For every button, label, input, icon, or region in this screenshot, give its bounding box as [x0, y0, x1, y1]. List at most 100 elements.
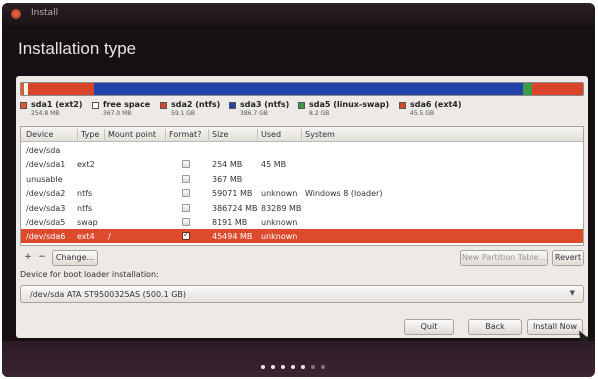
revert-button[interactable]: Revert	[552, 250, 584, 266]
table-row[interactable]: unusable 367 MB	[21, 172, 583, 186]
format-checkbox[interactable]	[182, 160, 190, 169]
legend-name: free space	[103, 100, 151, 109]
column-divider	[165, 129, 166, 140]
legend-size: 8.2 GB	[309, 110, 330, 117]
legend-name: sda2 (ntfs)	[171, 100, 221, 109]
column-divider	[77, 129, 78, 140]
col-system[interactable]: System	[305, 130, 335, 139]
legend-swatch	[399, 102, 406, 109]
chevron-down-icon: ▼	[569, 289, 575, 297]
cell-type: swap	[77, 218, 98, 227]
window-title: Install	[31, 8, 59, 18]
table-row[interactable]: /dev/sda5 swap 8191 MB unknown	[21, 215, 583, 229]
progress-dot	[291, 365, 295, 369]
cell-size: 45494 MB	[212, 232, 253, 242]
col-device[interactable]: Device	[26, 130, 53, 139]
format-checkbox[interactable]	[182, 203, 190, 212]
cell-device: /dev/sda3	[26, 203, 66, 213]
remove-partition-button[interactable]: −	[36, 250, 48, 264]
footer-strip	[2, 341, 595, 377]
partition-panel: sda1 (ext2) 254.8 MB free space 367.0 MB sda…	[16, 76, 588, 338]
table-row[interactable]: /dev/sda6 ext4 / 45494 MB unknown	[21, 229, 583, 244]
format-checkbox[interactable]	[182, 174, 190, 183]
column-divider	[208, 129, 209, 140]
column-divider	[301, 129, 302, 140]
legend-name: sda6 (ext4)	[410, 100, 462, 109]
cell-used: unknown	[261, 232, 298, 242]
legend-size: 367.0 MB	[103, 110, 132, 117]
progress-dot	[321, 365, 325, 369]
col-size[interactable]: Size	[212, 130, 228, 139]
cell-type: ntfs	[77, 203, 93, 213]
progress-dot	[271, 365, 275, 369]
cell-used: 45 MB	[261, 160, 287, 170]
format-checkbox[interactable]	[182, 218, 190, 226]
cell-system: Windows 8 (loader)	[305, 189, 383, 199]
cell-size: 8191 MB	[212, 218, 248, 227]
col-format[interactable]: Format?	[169, 130, 201, 139]
col-used[interactable]: Used	[261, 130, 281, 139]
cell-mount: /	[108, 232, 111, 242]
change-partition-button[interactable]: Change...	[52, 250, 98, 266]
legend-name: sda3 (ntfs)	[240, 100, 290, 109]
partition-table: Device Type Mount point Format? Size Use…	[20, 126, 584, 246]
progress-dot	[281, 365, 285, 369]
table-header: Device Type Mount point Format? Size Use…	[21, 127, 583, 142]
table-row[interactable]: /dev/sda3 ntfs 386724 MB 83289 MB	[21, 201, 583, 215]
progress-dot	[261, 365, 265, 369]
cell-size: 367 MB	[212, 174, 243, 184]
cell-size: 59071 MB	[212, 189, 253, 199]
cell-type: ext2	[77, 160, 95, 170]
progress-dot	[301, 365, 305, 369]
title-bar: Install	[2, 3, 595, 25]
cell-size: 254 MB	[212, 160, 243, 170]
back-button[interactable]: Back	[468, 319, 522, 335]
cell-device: /dev/sda1	[26, 160, 66, 170]
legend-swatch	[229, 102, 236, 109]
cell-device: unusable	[26, 174, 63, 184]
disk-usage-bar	[20, 82, 584, 96]
column-divider	[104, 129, 105, 140]
add-partition-button[interactable]: +	[22, 250, 34, 264]
table-row[interactable]: /dev/sda1 ext2 254 MB 45 MB	[21, 157, 583, 171]
legend-size: 254.8 MB	[31, 110, 60, 117]
cell-used: unknown	[261, 189, 298, 199]
legend-size: 386.7 GB	[240, 110, 268, 117]
page-title: Installation type	[18, 39, 137, 58]
legend-swatch	[298, 102, 305, 109]
disk-bar-segment	[93, 83, 524, 95]
format-checkbox[interactable]	[182, 189, 190, 198]
legend-swatch	[160, 102, 167, 109]
legend-size: 59.1 GB	[171, 110, 196, 117]
quit-button[interactable]: Quit	[404, 319, 454, 335]
legend-name: sda1 (ext2)	[31, 100, 83, 109]
col-mount-point[interactable]: Mount point	[108, 130, 156, 139]
progress-dot	[311, 365, 315, 369]
cell-device: /dev/sda	[26, 146, 61, 155]
format-checkbox[interactable]	[182, 230, 190, 241]
cell-used: unknown	[261, 218, 298, 227]
cell-device: /dev/sda6	[26, 232, 66, 242]
column-divider	[257, 129, 258, 140]
disk-bar-segment	[523, 83, 533, 95]
close-window-icon[interactable]	[11, 9, 21, 19]
disk-bar-segment	[27, 83, 94, 95]
boot-loader-select[interactable]: /dev/sda ATA ST9500325AS (500.1 GB) ▼	[20, 285, 584, 303]
col-type[interactable]: Type	[81, 130, 99, 139]
legend-swatch	[92, 102, 99, 109]
legend-name: sda5 (linux-swap)	[309, 100, 390, 109]
legend-size: 45.5 GB	[410, 110, 435, 117]
cell-type: ext4	[77, 232, 95, 242]
installer-window: Install Installation type sda1 (ext2) 254…	[2, 3, 595, 377]
table-row[interactable]: /dev/sda2 ntfs 59071 MB unknown Windows 8 (l…	[21, 186, 583, 200]
new-partition-table-button[interactable]: New Partition Table...	[460, 250, 548, 266]
cell-type: ntfs	[77, 189, 93, 199]
cell-used: 83289 MB	[261, 203, 302, 213]
disk-bar-segment	[532, 83, 583, 95]
table-row[interactable]: /dev/sda	[21, 143, 583, 157]
boot-loader-value: /dev/sda ATA ST9500325AS (500.1 GB)	[30, 290, 187, 299]
cell-device: /dev/sda5	[26, 218, 66, 227]
legend-swatch	[20, 102, 27, 109]
cell-size: 386724 MB	[212, 203, 258, 213]
cell-device: /dev/sda2	[26, 189, 66, 199]
